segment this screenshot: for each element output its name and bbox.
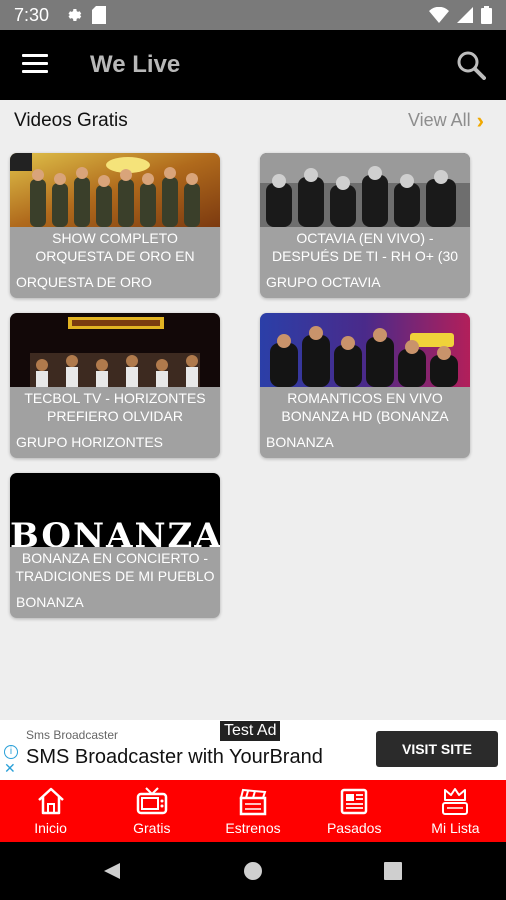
video-title: TECBOL TV - HORIZONTES PREFIERO OLVIDAR	[24, 390, 206, 424]
video-thumbnail	[10, 153, 220, 227]
video-title: OCTAVIA (EN VIVO) - DESPUÉS DE TI - RH O…	[271, 230, 459, 264]
video-card[interactable]: OCTAVIA (EN VIVO) - DESPUÉS DE TI - RH O…	[260, 153, 470, 298]
section-title: Videos Gratis	[14, 110, 128, 131]
video-artist: GRUPO HORIZONTES	[16, 434, 164, 450]
battery-icon	[481, 6, 492, 29]
clapperboard-icon	[237, 786, 269, 816]
recents-square-icon[interactable]	[384, 862, 402, 885]
home-circle-icon[interactable]	[243, 861, 263, 886]
app-bar: We Live	[0, 30, 506, 100]
ad-info-icon[interactable]: i	[4, 745, 18, 759]
video-card[interactable]: SHOW COMPLETO ORQUESTA DE ORO EN ORQUEST…	[10, 153, 220, 298]
video-card[interactable]: TECBOL TV - HORIZONTES PREFIERO OLVIDAR …	[10, 313, 220, 458]
nav-item-mi-lista[interactable]: Mi Lista	[405, 780, 506, 842]
nav-label: Pasados	[326, 820, 382, 836]
ad-headline: SMS Broadcaster with YourBrand	[26, 746, 323, 768]
nav-item-inicio[interactable]: Inicio	[0, 780, 101, 842]
video-title: ROMANTICOS EN VIVO BONANZA HD (BONANZA	[281, 390, 449, 424]
video-artist: GRUPO OCTAVIA	[266, 274, 381, 290]
newspaper-icon	[338, 786, 370, 816]
thumbnail-logo-text: BONANZA	[10, 516, 220, 547]
hamburger-menu-icon[interactable]	[22, 54, 48, 76]
video-thumbnail	[260, 313, 470, 387]
status-bar: 7:30	[0, 0, 506, 30]
view-all-link[interactable]: View All ›	[407, 107, 484, 133]
nav-label: Inicio	[34, 820, 67, 836]
bottom-nav: Inicio Gratis Estrenos Pasados Mi Lista	[0, 780, 506, 842]
video-thumbnail	[260, 153, 470, 227]
video-title: SHOW COMPLETO ORQUESTA DE ORO EN	[35, 230, 195, 264]
signal-icon	[457, 7, 473, 28]
nav-item-gratis[interactable]: Gratis	[101, 780, 202, 842]
nav-label: Gratis	[133, 820, 171, 836]
system-nav-bar	[0, 842, 506, 900]
video-title: BONANZA EN CONCIERTO - TRADICIONES DE MI…	[15, 550, 215, 584]
settings-gear-icon	[64, 6, 82, 29]
ad-sponsor: Sms Broadcaster	[26, 728, 119, 742]
wifi-icon	[429, 6, 449, 28]
video-artist: ORQUESTA DE ORO	[16, 274, 152, 290]
home-icon	[35, 786, 67, 816]
nav-label: Mi Lista	[431, 820, 480, 836]
video-thumbnail	[10, 313, 220, 387]
video-card[interactable]: ROMANTICOS EN VIVO BONANZA HD (BONANZA B…	[260, 313, 470, 458]
nav-label: Estrenos	[225, 820, 281, 836]
app-title: We Live	[90, 51, 181, 78]
nav-item-estrenos[interactable]: Estrenos	[202, 780, 303, 842]
tv-icon	[136, 786, 168, 816]
view-all-label: View All	[407, 110, 471, 130]
status-time: 7:30	[14, 5, 50, 25]
sd-card-icon	[92, 6, 106, 29]
video-thumbnail: BONANZA	[10, 473, 220, 547]
crown-list-icon	[439, 786, 471, 816]
ad-banner[interactable]: i ✕ Sms Broadcaster Test Ad SMS Broadcas…	[0, 720, 506, 780]
ad-close-icon[interactable]: ✕	[4, 760, 16, 777]
video-card[interactable]: BONANZA BONANZA EN CONCIERTO - TRADICION…	[10, 473, 220, 618]
video-artist: BONANZA	[16, 594, 84, 610]
search-icon[interactable]	[456, 50, 486, 80]
video-artist: BONANZA	[266, 434, 334, 450]
back-icon[interactable]	[102, 861, 122, 886]
chevron-right-icon: ›	[476, 107, 484, 133]
ad-test-label: Test Ad	[220, 721, 281, 741]
visit-site-button[interactable]: VISIT SITE	[376, 731, 498, 767]
nav-item-pasados[interactable]: Pasados	[304, 780, 405, 842]
